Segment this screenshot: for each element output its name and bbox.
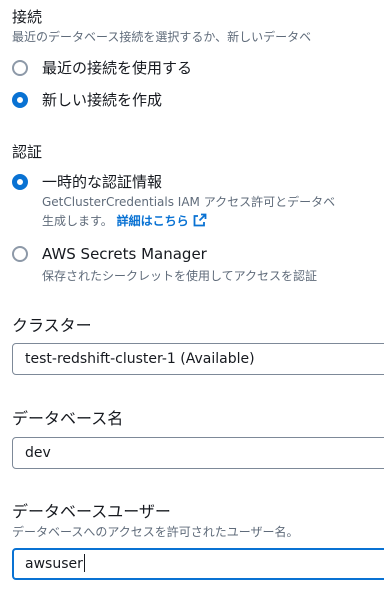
connection-description: 最近のデータベース接続を選択するか、新しいデータベ (12, 30, 312, 44)
radio-label: 最近の接続を使用する (42, 59, 193, 77)
secrets-manager-description: 保存されたシークレットを使用してアクセスを認証 (42, 269, 318, 283)
external-link-icon (193, 213, 207, 227)
database-user-label: データベースユーザー (12, 502, 171, 521)
cluster-select[interactable]: test-redshift-cluster-1 (Available) (12, 343, 384, 375)
cluster-label: クラスター (12, 316, 92, 335)
radio-label: 一時的な認証情報 (42, 173, 163, 191)
radio-temporary-credentials[interactable]: 一時的な認証情報 (12, 171, 162, 192)
database-user-description: データベースへのアクセスを許可されたユーザー名。 (12, 525, 299, 539)
database-user-input[interactable]: awsuser (12, 548, 384, 580)
database-name-input[interactable]: dev (12, 437, 384, 469)
radio-unchecked-icon[interactable] (12, 246, 28, 262)
radio-unchecked-icon[interactable] (12, 59, 28, 76)
radio-checked-icon[interactable] (12, 91, 28, 108)
radio-secrets-manager[interactable]: AWS Secrets Manager (12, 245, 207, 263)
database-user-value: awsuser (25, 556, 83, 572)
database-name-label: データベース名 (12, 409, 124, 428)
learn-more-link[interactable]: 詳細はこちら (117, 213, 207, 228)
connection-title: 接続 (12, 8, 43, 26)
radio-label: 新しい接続を作成 (42, 91, 163, 109)
radio-label: AWS Secrets Manager (42, 245, 207, 263)
temporary-credentials-description: GetClusterCredentials IAM アクセス許可とデータベ (42, 195, 336, 209)
auth-title: 認証 (12, 143, 43, 161)
radio-create-new-connection[interactable]: 新しい接続を作成 (12, 89, 162, 110)
temporary-credentials-description-line2: 生成します。 詳細はこちら (42, 212, 207, 229)
radio-use-recent-connection[interactable]: 最近の接続を使用する (12, 57, 192, 78)
radio-checked-icon[interactable] (12, 173, 28, 190)
text-cursor (83, 554, 85, 572)
